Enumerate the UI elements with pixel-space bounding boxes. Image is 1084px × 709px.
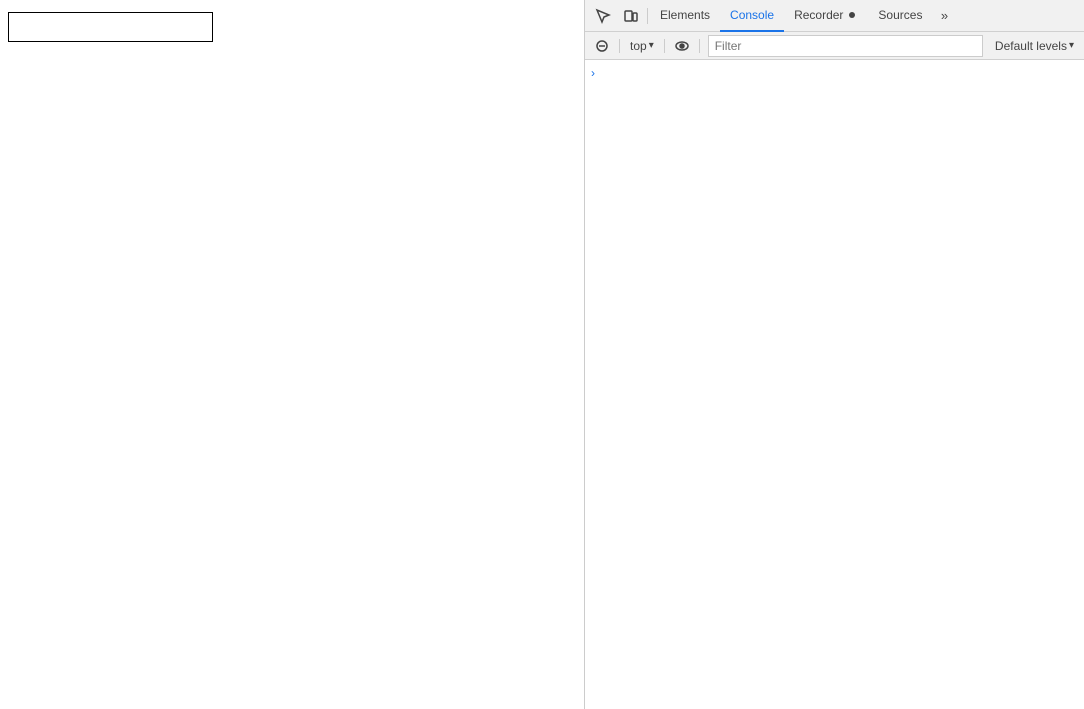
more-tabs-button[interactable]: » (932, 2, 956, 30)
tab-recorder[interactable]: Recorder (784, 0, 868, 32)
clear-console-icon[interactable] (589, 34, 615, 58)
devtools-panel: Elements Console Recorder Sources » (584, 0, 1084, 709)
console-prompt-chevron[interactable]: › (585, 64, 1084, 82)
filter-input[interactable] (708, 35, 983, 57)
console-bar-separator-3 (699, 39, 700, 53)
top-bar-separator-1 (647, 8, 648, 24)
text-input[interactable] (8, 12, 213, 42)
tab-elements[interactable]: Elements (650, 0, 720, 32)
device-toolbar-icon[interactable] (617, 2, 645, 30)
default-levels-button[interactable]: Default levels ▾ (989, 35, 1080, 57)
devtools-console-bar: top ▾ Default levels ▾ (585, 32, 1084, 60)
tab-sources[interactable]: Sources (868, 0, 932, 32)
console-bar-separator-2 (664, 39, 665, 53)
context-dropdown[interactable]: top ▾ (624, 35, 660, 57)
tab-console[interactable]: Console (720, 0, 784, 32)
inspect-element-icon[interactable] (589, 2, 617, 30)
console-content: › (585, 60, 1084, 709)
page-area (0, 0, 584, 709)
console-bar-separator-1 (619, 39, 620, 53)
live-expressions-icon[interactable] (669, 34, 695, 58)
devtools-top-bar: Elements Console Recorder Sources » (585, 0, 1084, 32)
